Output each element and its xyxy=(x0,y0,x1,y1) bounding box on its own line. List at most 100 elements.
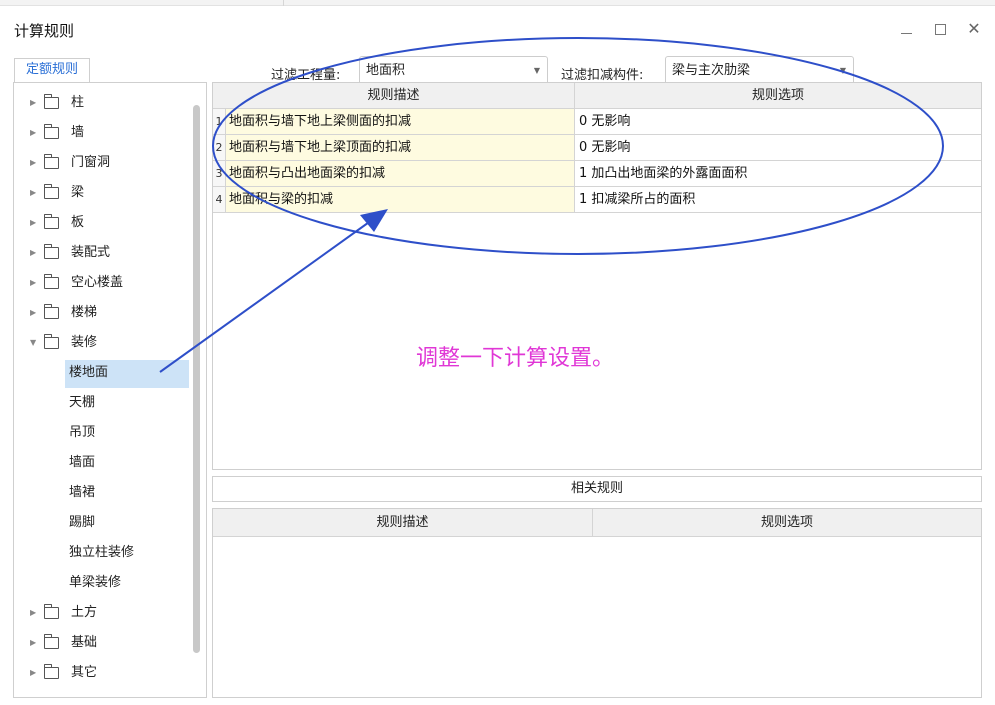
tree-item-beam[interactable]: ▶ 梁 xyxy=(14,178,190,208)
tree-child-label: 踢脚 xyxy=(69,515,96,530)
chevron-down-icon[interactable]: ▼ xyxy=(30,328,36,358)
related-rules-button[interactable]: 相关规则 xyxy=(212,476,982,502)
chevron-right-icon[interactable]: ▶ xyxy=(30,148,36,178)
tree-item-label: 其它 xyxy=(71,665,98,680)
tree-item-label: 墙 xyxy=(71,125,85,140)
related-column-header-description[interactable]: 规则描述 xyxy=(213,509,593,537)
project-filter-value: 地面积 xyxy=(366,63,406,78)
tree-item-label: 板 xyxy=(71,215,85,230)
top-edge xyxy=(0,0,995,6)
folder-icon xyxy=(44,244,59,259)
tree-item-foundation[interactable]: ▶ 基础 xyxy=(14,628,190,658)
tree-item-label: 梁 xyxy=(71,185,85,200)
tree-item-label: 楼梯 xyxy=(71,305,98,320)
column-header-description[interactable]: 规则描述 xyxy=(213,83,575,109)
window-title: 计算规则 xyxy=(14,22,75,40)
tree-item-door-window[interactable]: ▶ 门窗洞 xyxy=(14,148,190,178)
folder-icon xyxy=(44,154,59,169)
chevron-right-icon[interactable]: ▶ xyxy=(30,598,36,628)
tree-child-label: 天棚 xyxy=(69,395,96,410)
rule-option-cell[interactable]: 0 无影响 xyxy=(575,135,981,160)
tree-item-label: 装修 xyxy=(71,335,98,350)
rule-description-cell: 地面积与梁的扣减 xyxy=(226,187,575,212)
row-number: 4 xyxy=(213,187,226,212)
table-row[interactable]: 4 地面积与梁的扣减 1 扣减梁所占的面积 xyxy=(213,187,981,213)
tree-child-floor[interactable]: 楼地面 xyxy=(14,358,190,388)
maximize-icon[interactable] xyxy=(930,18,950,35)
tree-child-label: 吊顶 xyxy=(69,425,96,440)
tree-child-wall-surface[interactable]: 墙面 xyxy=(14,448,190,478)
tree-child-label: 墙裙 xyxy=(69,485,96,500)
folder-icon xyxy=(44,94,59,109)
annotation-note: 调整一下计算设置。 xyxy=(416,346,615,371)
project-filter-label: 过滤工程量: xyxy=(271,68,341,83)
rule-option-cell[interactable]: 1 加凸出地面梁的外露面面积 xyxy=(575,161,981,186)
chevron-right-icon[interactable]: ▶ xyxy=(30,208,36,238)
tree-child-label: 独立柱装修 xyxy=(69,545,135,560)
tree-item-column[interactable]: ▶ 柱 xyxy=(14,88,190,118)
tree-child-column-finish[interactable]: 独立柱装修 xyxy=(14,538,190,568)
tree-child-label: 楼地面 xyxy=(69,365,109,380)
category-tree: ▶ 柱 ▶ 墙 ▶ 门窗洞 ▶ 梁 ▶ 板 ▶ 装配式 ▶ 空心楼盖 ▶ 楼梯 … xyxy=(13,82,207,698)
tab-quota-rules[interactable]: 定额规则 xyxy=(14,58,90,82)
rule-option-cell[interactable]: 1 扣减梁所占的面积 xyxy=(575,187,981,212)
tree-child-suspended-ceiling[interactable]: 吊顶 xyxy=(14,418,190,448)
tree-scrollbar[interactable] xyxy=(193,105,200,653)
tree-item-label: 空心楼盖 xyxy=(71,275,124,290)
tree-child-beam-finish[interactable]: 单梁装修 xyxy=(14,568,190,598)
tree-item-earthwork[interactable]: ▶ 土方 xyxy=(14,598,190,628)
folder-icon xyxy=(44,334,59,349)
related-rules-grid: 规则描述 规则选项 xyxy=(212,508,982,698)
chevron-right-icon[interactable]: ▶ xyxy=(30,298,36,328)
rules-grid: 规则描述 规则选项 1 地面积与墙下地上梁侧面的扣减 0 无影响 2 地面积与墙… xyxy=(212,82,982,470)
folder-icon xyxy=(44,124,59,139)
tree-item-hollow-floor[interactable]: ▶ 空心楼盖 xyxy=(14,268,190,298)
tree-item-slab[interactable]: ▶ 板 xyxy=(14,208,190,238)
row-number: 1 xyxy=(213,109,226,134)
chevron-right-icon[interactable]: ▶ xyxy=(30,658,36,688)
chevron-down-icon: ▼ xyxy=(533,66,540,75)
folder-icon xyxy=(44,664,59,679)
related-column-header-option[interactable]: 规则选项 xyxy=(593,509,981,537)
tree-item-other[interactable]: ▶ 其它 xyxy=(14,658,190,688)
tree-child-dado[interactable]: 墙裙 xyxy=(14,478,190,508)
table-row[interactable]: 1 地面积与墙下地上梁侧面的扣减 0 无影响 xyxy=(213,109,981,135)
component-filter-value: 梁与主次肋梁 xyxy=(672,63,751,78)
component-filter-label: 过滤扣减构件: xyxy=(561,68,644,83)
row-number: 3 xyxy=(213,161,226,186)
folder-icon xyxy=(44,214,59,229)
rule-description-cell: 地面积与墙下地上梁顶面的扣减 xyxy=(226,135,575,160)
folder-icon xyxy=(44,604,59,619)
row-number: 2 xyxy=(213,135,226,160)
chevron-right-icon[interactable]: ▶ xyxy=(30,268,36,298)
chevron-right-icon[interactable]: ▶ xyxy=(30,628,36,658)
tree-child-label: 单梁装修 xyxy=(69,575,122,590)
minimize-icon[interactable] xyxy=(896,18,916,34)
tree-item-decoration[interactable]: ▼ 装修 xyxy=(14,328,190,358)
chevron-right-icon[interactable]: ▶ xyxy=(30,238,36,268)
tree-item-label: 土方 xyxy=(71,605,98,620)
chevron-right-icon[interactable]: ▶ xyxy=(30,118,36,148)
tree-child-label: 墙面 xyxy=(69,455,96,470)
column-header-option[interactable]: 规则选项 xyxy=(575,83,981,109)
tree-item-prefab[interactable]: ▶ 装配式 xyxy=(14,238,190,268)
tree-item-wall[interactable]: ▶ 墙 xyxy=(14,118,190,148)
tree-child-ceiling[interactable]: 天棚 xyxy=(14,388,190,418)
tree-item-label: 门窗洞 xyxy=(71,155,111,170)
chevron-right-icon[interactable]: ▶ xyxy=(30,88,36,118)
table-row[interactable]: 2 地面积与墙下地上梁顶面的扣减 0 无影响 xyxy=(213,135,981,161)
close-icon[interactable]: ✕ xyxy=(964,18,984,40)
chevron-down-icon: ▼ xyxy=(839,66,846,75)
tree-item-label: 柱 xyxy=(71,95,85,110)
rule-description-cell: 地面积与凸出地面梁的扣减 xyxy=(226,161,575,186)
chevron-right-icon[interactable]: ▶ xyxy=(30,178,36,208)
tree-child-skirting[interactable]: 踢脚 xyxy=(14,508,190,538)
rule-description-cell: 地面积与墙下地上梁侧面的扣减 xyxy=(226,109,575,134)
tree-item-label: 基础 xyxy=(71,635,98,650)
folder-icon xyxy=(44,304,59,319)
folder-icon xyxy=(44,184,59,199)
tree-item-stairs[interactable]: ▶ 楼梯 xyxy=(14,298,190,328)
tree-item-label: 装配式 xyxy=(71,245,111,260)
table-row[interactable]: 3 地面积与凸出地面梁的扣减 1 加凸出地面梁的外露面面积 xyxy=(213,161,981,187)
rule-option-cell[interactable]: 0 无影响 xyxy=(575,109,981,134)
